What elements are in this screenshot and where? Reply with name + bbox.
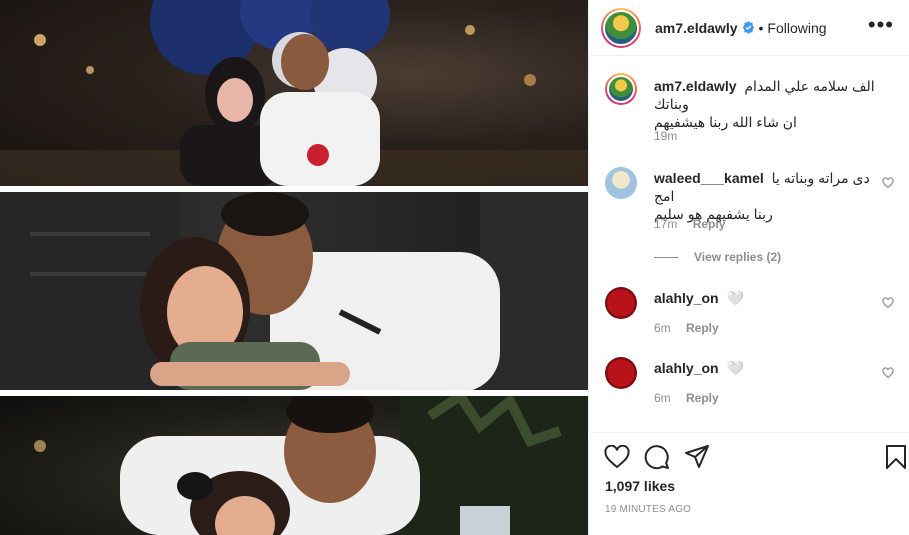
post-timestamp[interactable]: 19 MINUTES AGO xyxy=(605,504,691,515)
likes-count[interactable]: 1,097 likes xyxy=(605,478,675,494)
caption-username[interactable]: am7.eldawly xyxy=(654,78,737,94)
post-header: am7.eldawly • Following ••• xyxy=(589,0,909,56)
caption-text-line2: ان شاء الله ربنا هيشفيهم xyxy=(654,114,797,130)
photo-panel-couple xyxy=(0,0,588,186)
caption-author-avatar[interactable] xyxy=(605,73,637,105)
comment-username[interactable]: waleed___kamel xyxy=(654,170,764,186)
comment-text: 🤍 xyxy=(726,290,744,306)
comment-meta: 17m Reply xyxy=(654,217,737,231)
comment-text: 🤍 xyxy=(726,360,744,376)
comment-bubble-icon[interactable] xyxy=(643,443,671,471)
photo-panel-father-daughter-1 xyxy=(0,192,588,390)
caption-time[interactable]: 19m xyxy=(654,129,677,143)
verified-badge-icon xyxy=(742,21,754,34)
comment-meta: 6m Reply xyxy=(654,391,731,405)
comment-like-heart-icon[interactable] xyxy=(882,297,894,309)
comments-list: am7.eldawly الف سلامه علي المدام وبناتك … xyxy=(589,57,909,432)
commenter-avatar[interactable] xyxy=(605,167,637,199)
separator-dot: • xyxy=(758,19,764,36)
comment-like-heart-icon[interactable] xyxy=(882,367,894,379)
reply-button[interactable]: Reply xyxy=(686,321,719,335)
caption-body: am7.eldawly الف سلامه علي المدام وبناتك … xyxy=(654,77,884,131)
commenter-avatar[interactable] xyxy=(605,357,637,389)
view-replies-button[interactable]: View replies (2) xyxy=(654,250,781,264)
comment-time[interactable]: 6m xyxy=(654,321,671,335)
view-replies-label: View replies (2) xyxy=(694,250,782,264)
photo-couple-illustration xyxy=(0,0,588,186)
post-sidebar: am7.eldawly • Following ••• am7.eldawly … xyxy=(588,0,909,535)
like-heart-icon[interactable] xyxy=(603,443,631,471)
comment-body: alahly_on 🤍 xyxy=(654,289,884,307)
comment-meta: 6m Reply xyxy=(654,321,731,335)
save-bookmark-icon[interactable] xyxy=(882,443,909,471)
instagram-post-view: am7.eldawly • Following ••• am7.eldawly … xyxy=(0,0,909,535)
comment-like-heart-icon[interactable] xyxy=(882,177,894,189)
photo-smile-illustration xyxy=(34,396,588,535)
following-button[interactable]: Following xyxy=(767,20,826,36)
photo-panel-father-daughter-2 xyxy=(0,396,588,535)
commenter-avatar[interactable] xyxy=(605,287,637,319)
comment-username[interactable]: alahly_on xyxy=(654,290,719,306)
comment-username[interactable]: alahly_on xyxy=(654,360,719,376)
author-avatar[interactable] xyxy=(601,7,641,48)
comment-time[interactable]: 6m xyxy=(654,391,671,405)
comment-body: waleed___kamel دى مراته وبناته يا امج رب… xyxy=(654,169,884,223)
comment-body: alahly_on 🤍 xyxy=(654,359,884,377)
reply-button[interactable]: Reply xyxy=(686,391,719,405)
comment-time[interactable]: 17m xyxy=(654,217,677,231)
share-paper-plane-icon[interactable] xyxy=(683,443,711,471)
view-replies-divider xyxy=(654,256,678,258)
author-username[interactable]: am7.eldawly xyxy=(655,20,738,36)
photo-hug-illustration xyxy=(0,192,588,390)
post-photo-collage[interactable] xyxy=(0,0,588,535)
more-options-icon[interactable]: ••• xyxy=(868,14,894,36)
reply-button[interactable]: Reply xyxy=(693,217,726,231)
caption-meta: 19m xyxy=(654,129,689,143)
post-actions: 1,097 likes 19 MINUTES AGO xyxy=(589,432,909,535)
